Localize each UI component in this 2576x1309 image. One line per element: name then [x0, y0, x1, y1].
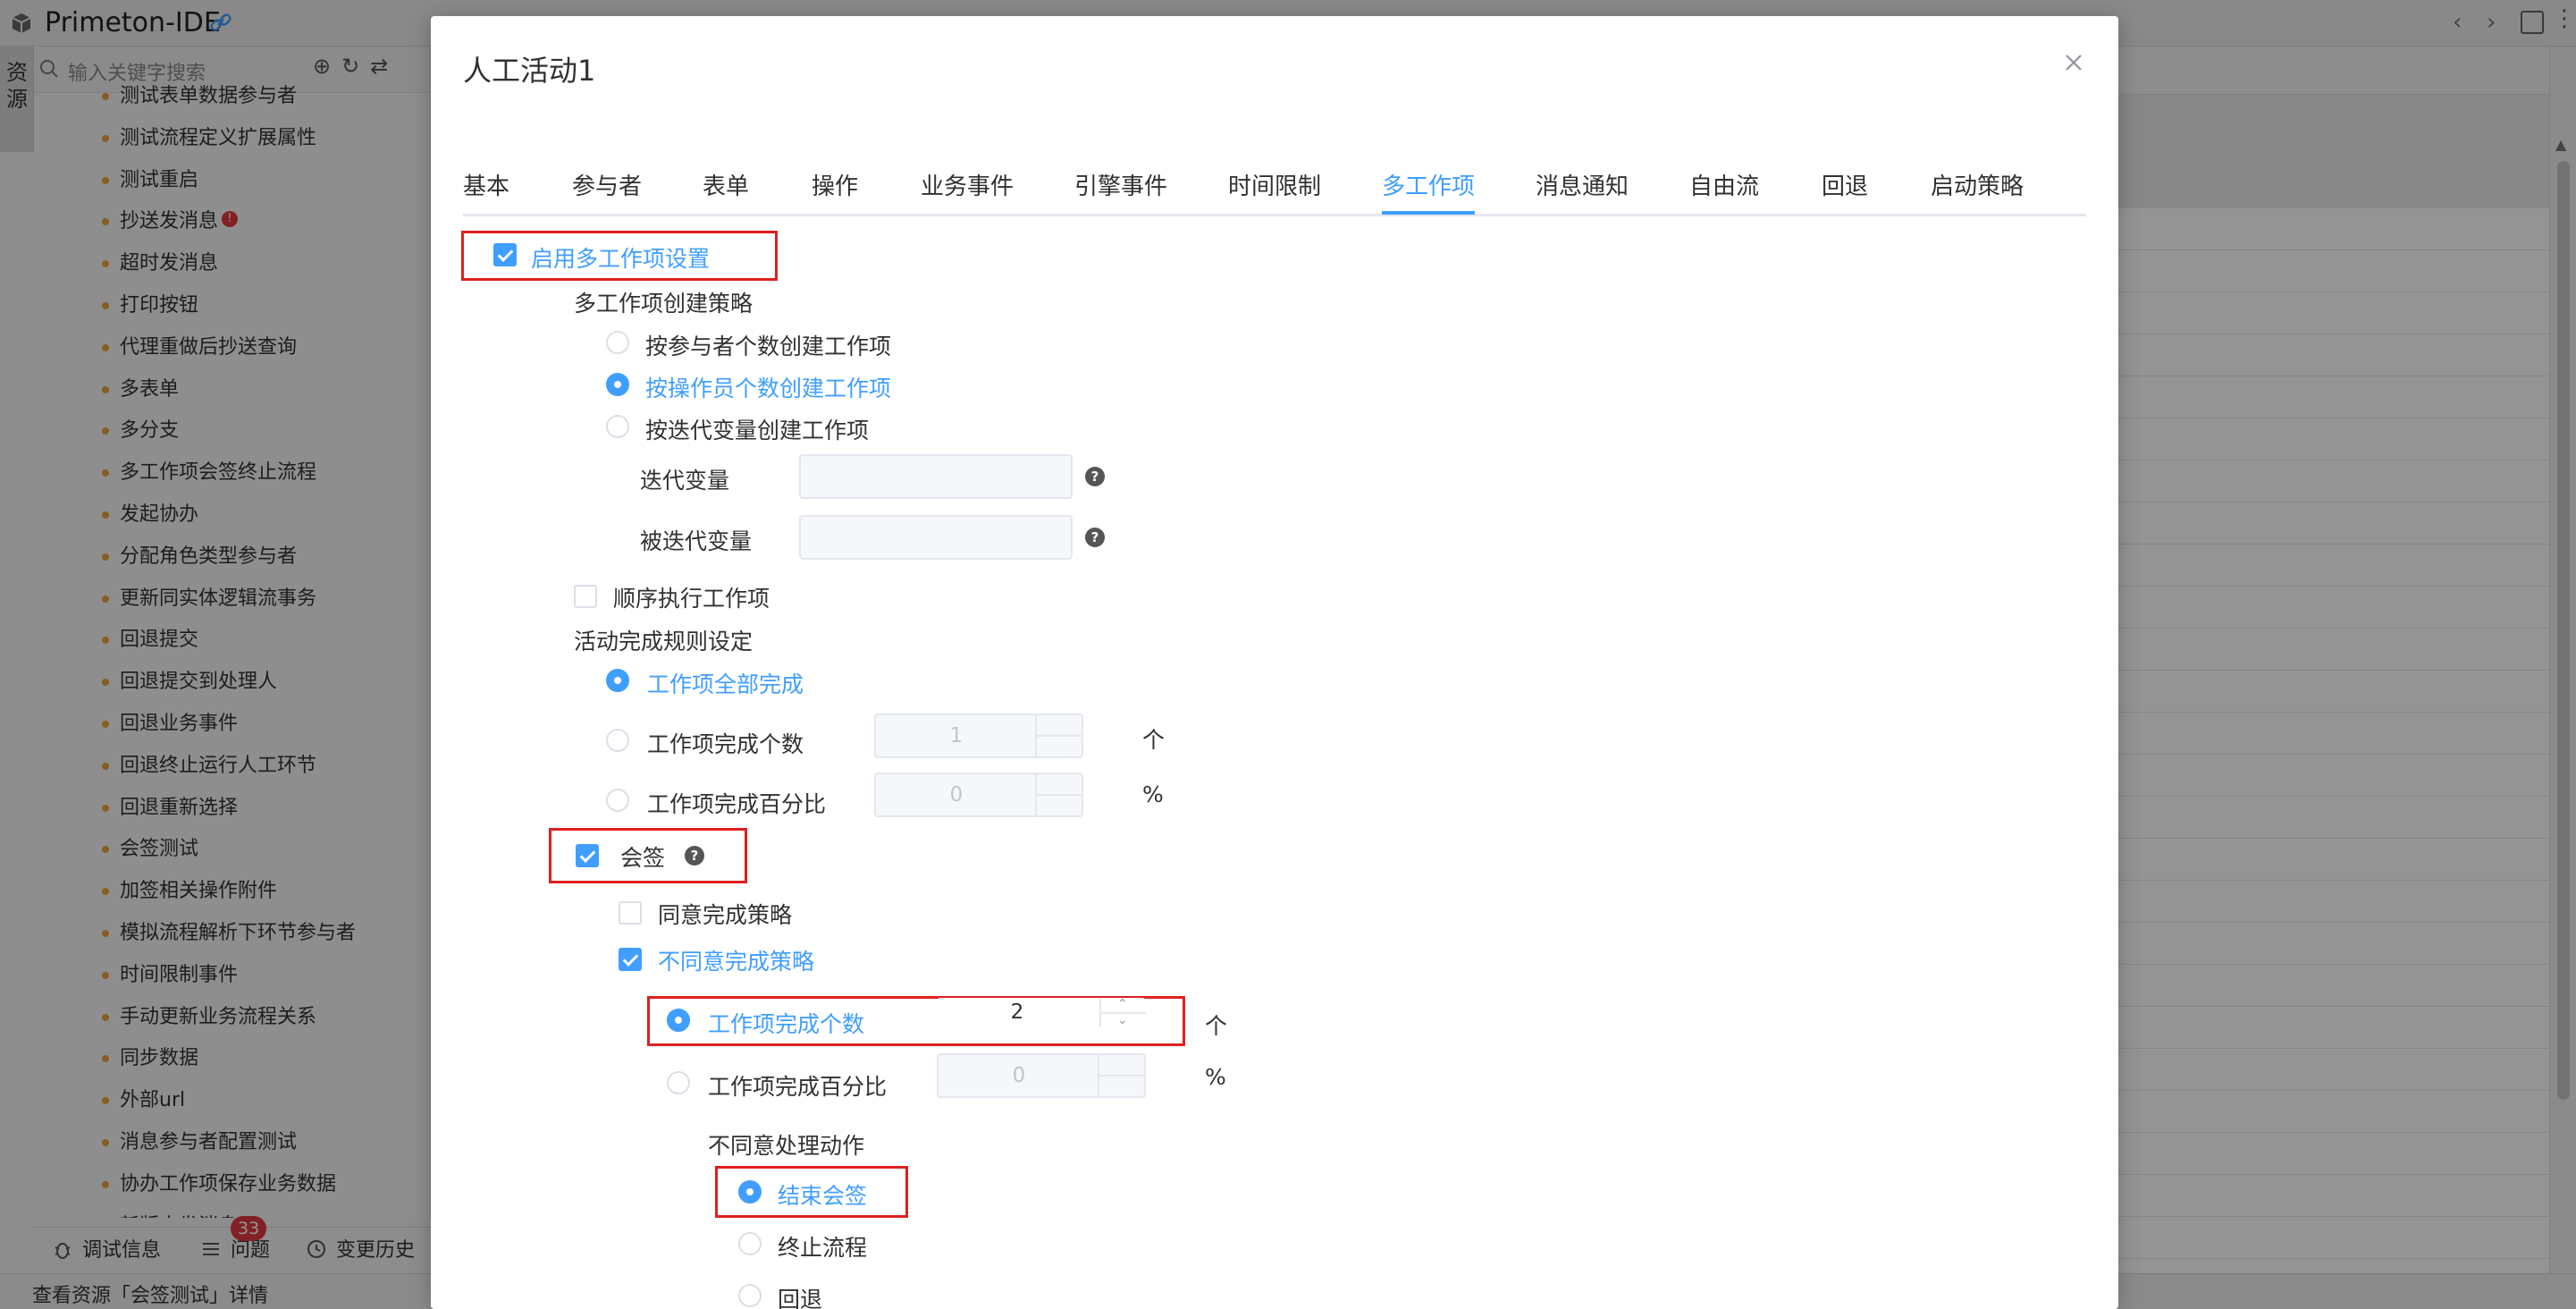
complete-percent-stepper[interactable]: 0 — [874, 773, 1083, 817]
disagree-strategy-label[interactable]: 不同意完成策略 — [658, 944, 814, 976]
dialog-title: 人工活动1 — [463, 54, 596, 88]
active-tab-indicator — [1382, 211, 1475, 215]
iterated-var-input[interactable] — [799, 515, 1073, 560]
disagree-count-label[interactable]: 工作项完成个数 — [708, 1007, 864, 1039]
create-by-iter-var-radio[interactable] — [606, 415, 629, 438]
tab-engine-events[interactable]: 引擎事件 — [1074, 168, 1167, 201]
disagree-count-value[interactable]: 2 — [937, 998, 1098, 1026]
complete-percent-radio[interactable] — [606, 789, 629, 812]
complete-count-stepper[interactable]: 1 — [874, 714, 1083, 758]
complete-percent-spinner[interactable] — [1035, 774, 1082, 815]
disagree-percent-unit: % — [1205, 1064, 1226, 1090]
tab-time-limit[interactable]: 时间限制 — [1228, 168, 1321, 201]
tab-participants[interactable]: 参与者 — [572, 168, 642, 201]
tab-rollback[interactable]: 回退 — [1822, 168, 1868, 201]
decrease-icon[interactable]: ⌄ — [1117, 1014, 1128, 1026]
create-strategy-heading: 多工作项创建策略 — [574, 291, 753, 317]
tab-message-notify[interactable]: 消息通知 — [1536, 168, 1629, 201]
tab-multi-workitem[interactable]: 多工作项 — [1382, 168, 1475, 201]
countersign-help-icon[interactable]: ? — [685, 846, 704, 866]
complete-count-value[interactable]: 1 — [876, 715, 1037, 756]
enable-multi-label[interactable]: 启用多工作项设置 — [531, 241, 710, 274]
countersign-label[interactable]: 会签 — [620, 840, 665, 873]
iterated-var-help-icon[interactable]: ? — [1085, 528, 1105, 547]
end-countersign-radio[interactable] — [738, 1180, 762, 1203]
disagree-count-spinner[interactable]: ⌃ ⌄ — [1099, 998, 1146, 1026]
disagree-strategy-checkbox[interactable] — [619, 948, 642, 971]
rollback-radio[interactable] — [738, 1284, 762, 1307]
iter-var-input[interactable] — [799, 454, 1073, 499]
complete-percent-unit: % — [1142, 781, 1164, 807]
disagree-percent-radio[interactable] — [667, 1071, 690, 1094]
disagree-count-stepper[interactable]: 2 ⌃ ⌄ — [937, 998, 1146, 1030]
disagree-action-heading: 不同意处理动作 — [708, 1133, 865, 1159]
disagree-percent-spinner[interactable] — [1098, 1055, 1144, 1096]
dialog-tabs: 基本 参与者 表单 操作 业务事件 引擎事件 时间限制 多工作项 消息通知 自由… — [463, 159, 2086, 216]
tab-start-strategy[interactable]: 启动策略 — [1931, 168, 2024, 201]
sequential-checkbox[interactable] — [574, 585, 597, 608]
disagree-percent-value[interactable]: 0 — [939, 1055, 1099, 1096]
tab-operations[interactable]: 操作 — [812, 168, 858, 201]
terminate-process-label[interactable]: 终止流程 — [778, 1230, 867, 1263]
disagree-count-radio[interactable] — [667, 1009, 690, 1032]
end-countersign-label[interactable]: 结束会签 — [778, 1178, 867, 1211]
tab-free-flow[interactable]: 自由流 — [1689, 168, 1759, 201]
terminate-process-radio[interactable] — [738, 1232, 762, 1255]
complete-count-unit: 个 — [1142, 727, 1166, 753]
enable-multi-checkbox[interactable] — [493, 243, 517, 266]
agree-strategy-checkbox[interactable] — [619, 901, 642, 925]
complete-count-spinner[interactable] — [1035, 715, 1082, 756]
disagree-percent-stepper[interactable]: 0 — [937, 1053, 1146, 1098]
complete-count-radio[interactable] — [606, 729, 629, 752]
rollback-label[interactable]: 回退 — [778, 1282, 822, 1309]
create-by-participant-label[interactable]: 按参与者个数创建工作项 — [645, 329, 891, 361]
complete-all-radio[interactable] — [606, 669, 629, 692]
complete-count-label[interactable]: 工作项完成个数 — [647, 727, 804, 759]
create-by-operator-label[interactable]: 按操作员个数创建工作项 — [645, 371, 891, 403]
iter-var-label: 迭代变量 — [640, 468, 730, 494]
iter-var-help-icon[interactable]: ? — [1085, 467, 1105, 486]
disagree-percent-label[interactable]: 工作项完成百分比 — [708, 1069, 887, 1102]
complete-all-label[interactable]: 工作项全部完成 — [647, 667, 804, 699]
iterated-var-label: 被迭代变量 — [640, 528, 753, 554]
complete-percent-label[interactable]: 工作项完成百分比 — [647, 787, 826, 819]
sequential-label[interactable]: 顺序执行工作项 — [613, 581, 770, 613]
disagree-count-unit: 个 — [1205, 1013, 1228, 1039]
increase-icon[interactable]: ⌃ — [1117, 998, 1128, 1010]
create-by-iter-var-label[interactable]: 按迭代变量创建工作项 — [645, 413, 869, 445]
agree-strategy-label[interactable]: 同意完成策略 — [658, 898, 792, 930]
tab-business-events[interactable]: 业务事件 — [921, 168, 1014, 201]
completion-heading: 活动完成规则设定 — [574, 629, 753, 654]
complete-percent-value[interactable]: 0 — [876, 774, 1037, 815]
activity-dialog: 人工活动1 基本 参与者 表单 操作 业务事件 引擎事件 时间限制 多工作项 消… — [431, 16, 2118, 1309]
close-icon[interactable] — [2058, 46, 2090, 79]
countersign-checkbox[interactable] — [576, 844, 599, 867]
create-by-participant-radio[interactable] — [606, 331, 629, 354]
tab-form[interactable]: 表单 — [703, 168, 749, 201]
create-by-operator-radio[interactable] — [606, 373, 629, 396]
tab-basic[interactable]: 基本 — [463, 168, 509, 201]
